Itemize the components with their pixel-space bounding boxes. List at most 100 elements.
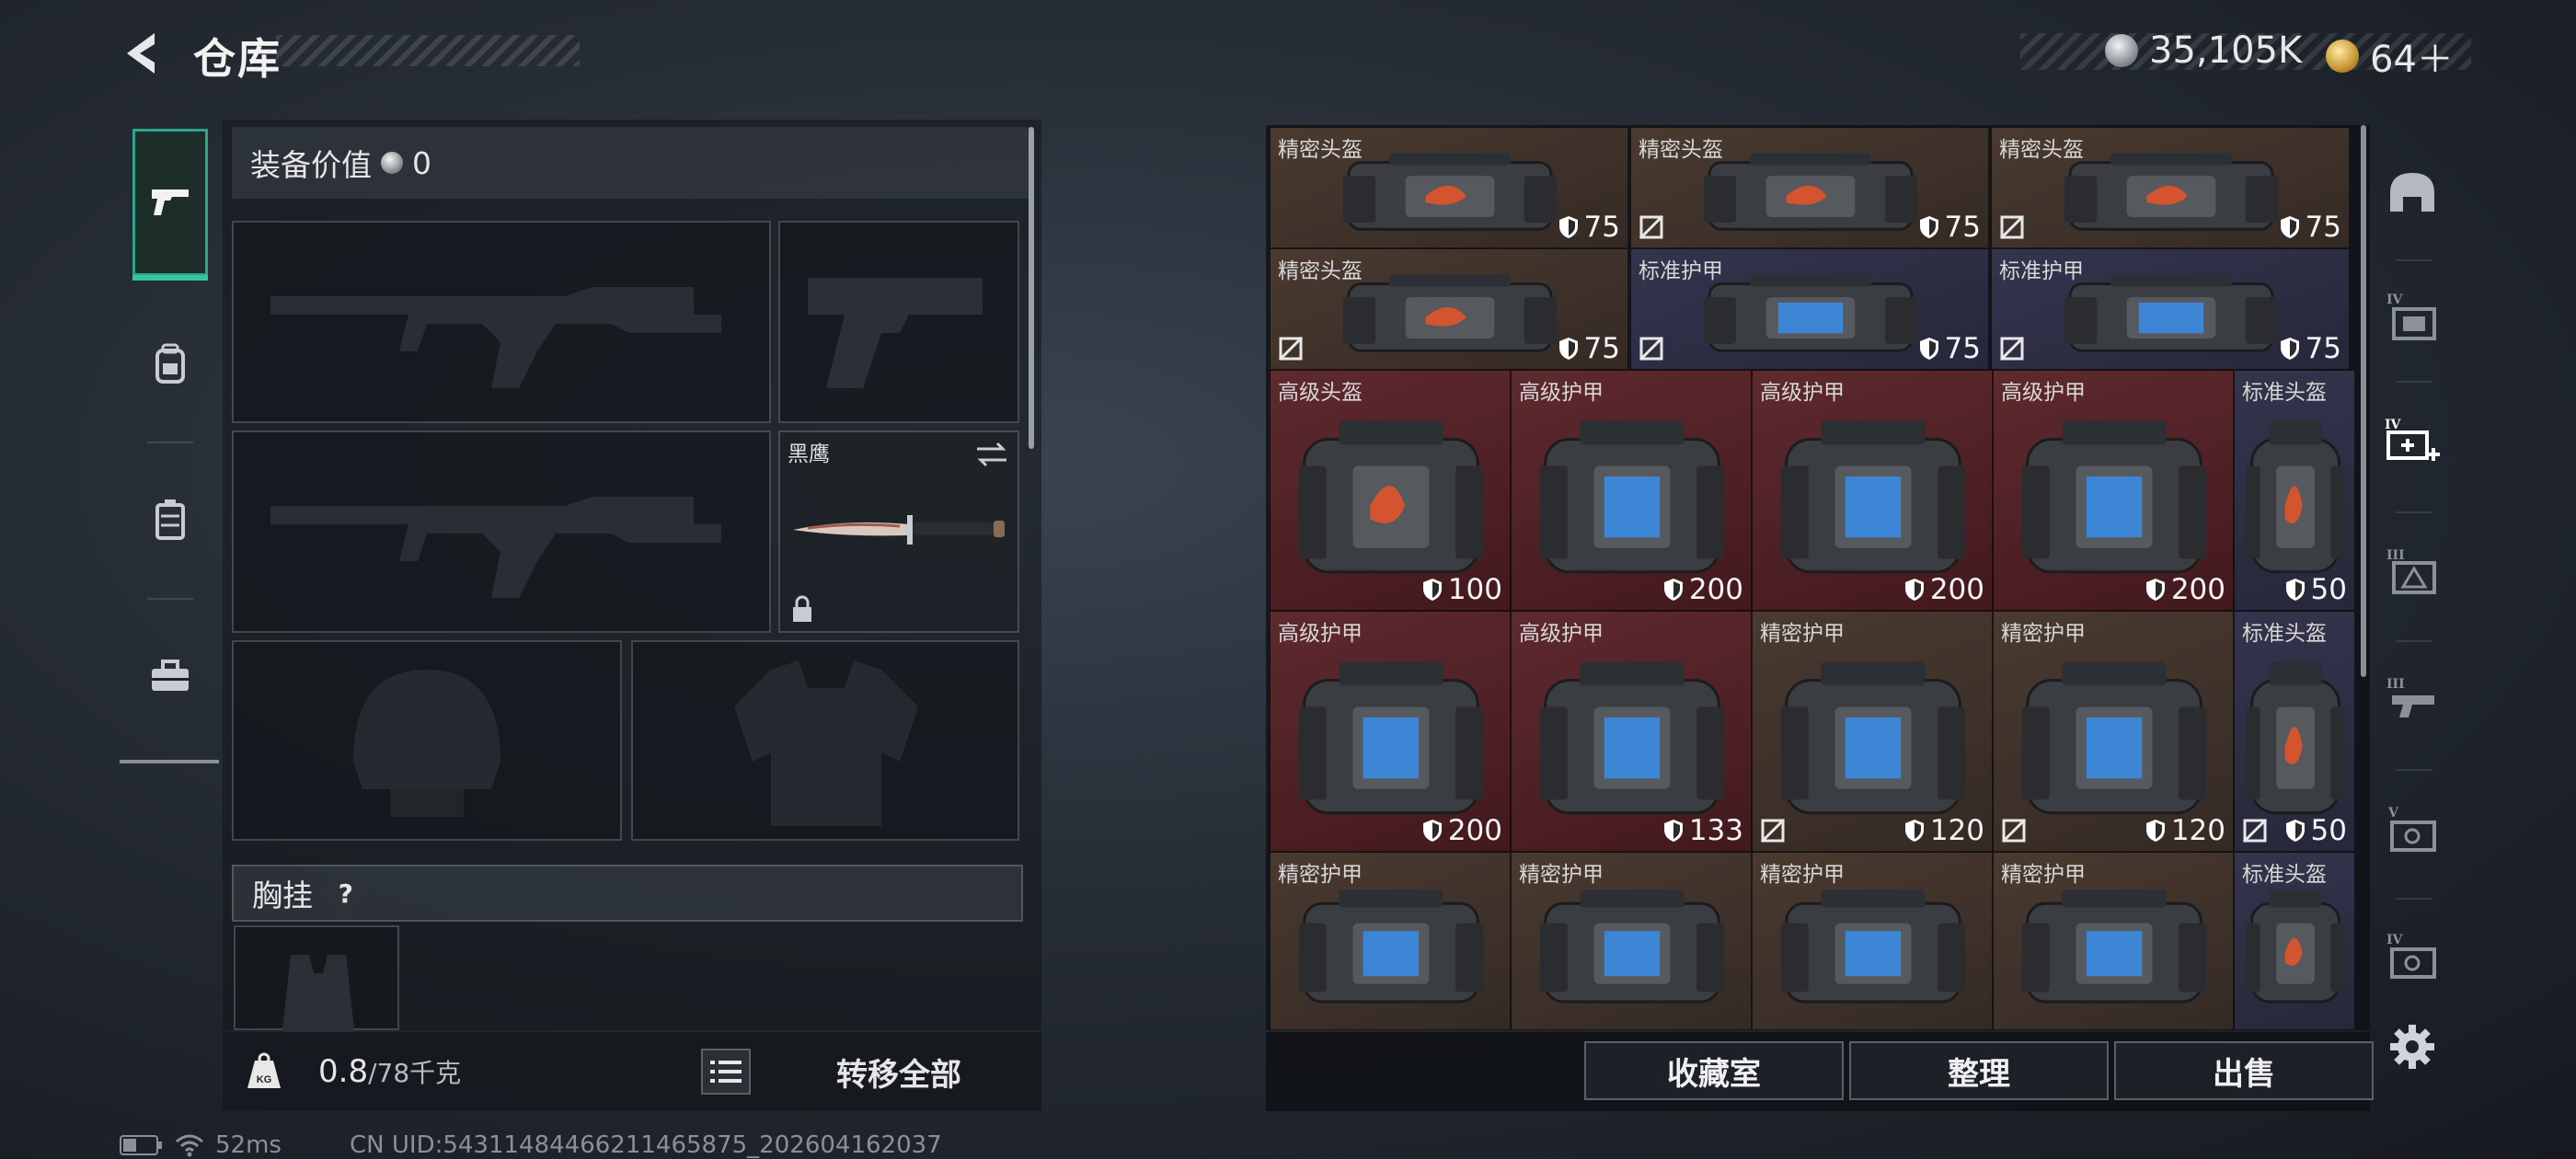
durability-value: 100 [1447, 573, 1502, 606]
item-durability: 75 [1558, 211, 1620, 244]
item-durability: 200 [1422, 814, 1502, 847]
svg-text:III: III [2386, 677, 2405, 692]
silver-amount: 35,105K [2149, 29, 2303, 72]
inventory-item[interactable]: 精密头盔 75 [1270, 127, 1628, 248]
inventory-item[interactable]: 标准头盔 [2234, 852, 2355, 1030]
list-view-button[interactable] [701, 1049, 751, 1095]
inventory-item[interactable]: 标准护甲 75 [1991, 248, 2350, 370]
item-name: 高级护甲 [2001, 381, 2086, 405]
category-tab-helmet[interactable] [2377, 138, 2447, 248]
item-durability: 75 [2280, 332, 2341, 365]
equipment-value-bar: 装备价值 0 [232, 127, 1032, 199]
swap-icon[interactable] [973, 440, 1010, 469]
inventory-item[interactable]: 精密护甲 [1993, 852, 2234, 1030]
equipment-value: 0 [412, 144, 431, 181]
inventory-item[interactable]: 标准护甲 75 [1630, 248, 1989, 370]
inventory-item[interactable]: 精密护甲 [1752, 852, 1993, 1030]
sell-button[interactable]: 出售 [2114, 1041, 2374, 1100]
iii-rig-icon: III [2386, 677, 2434, 717]
pistol-silhouette-icon [808, 278, 983, 388]
knife-icon [793, 515, 1005, 545]
organize-button[interactable]: 整理 [1849, 1041, 2109, 1100]
durability-value: 133 [1688, 814, 1743, 847]
category-tab-iv-add[interactable]: IV [2377, 386, 2447, 497]
gold-currency[interactable]: 64＋ [2326, 29, 2454, 83]
inventory-item[interactable]: 精密护甲 [1511, 852, 1752, 1030]
inventory-item[interactable]: 精密头盔 75 [1270, 248, 1628, 370]
inventory-item[interactable]: 高级头盔 100 [1270, 370, 1511, 611]
helmet-icon [2390, 173, 2434, 212]
category-tab-iii-armor[interactable]: III [2377, 517, 2447, 627]
tab-weapons[interactable] [132, 129, 208, 281]
armor-shield-icon [1663, 579, 1683, 601]
item-name: 精密护甲 [2001, 622, 2086, 646]
item-durability: 200 [2145, 573, 2225, 606]
help-icon[interactable]: ? [319, 866, 373, 920]
inventory-item[interactable]: 精密头盔 75 [1630, 127, 1989, 248]
inventory-item[interactable]: 高级护甲 200 [1270, 611, 1511, 852]
svg-text:IV: IV [2386, 933, 2404, 947]
v-case-icon: V [2387, 806, 2436, 852]
not-repairable-icon [1639, 214, 1664, 240]
category-tab-iv-case[interactable]: IV [2377, 901, 2447, 1012]
inventory-item[interactable]: 高级护甲 200 [1511, 370, 1752, 611]
transfer-all-button[interactable]: 转移全部 [775, 1032, 1023, 1111]
equipment-value-label: 装备价值 [250, 147, 372, 183]
durability-value: 50 [2310, 814, 2347, 847]
equipment-scrollbar[interactable] [1029, 127, 1034, 449]
inventory-item[interactable]: 标准头盔 50 [2234, 370, 2355, 611]
item-durability: 200 [1663, 573, 1743, 606]
pistol-slot[interactable] [778, 221, 1019, 423]
inventory-item[interactable]: 标准头盔 50 [2234, 611, 2355, 852]
primary-weapon-slot[interactable] [232, 221, 771, 423]
inventory-scrollbar[interactable] [2361, 125, 2366, 677]
item-durability: 50 [2285, 814, 2347, 847]
item-name: 精密头盔 [1999, 138, 2084, 162]
item-name: 精密头盔 [1278, 259, 1363, 283]
chest-rig-bar: 胸挂 ? [232, 865, 1023, 922]
gold-amount: 64＋ [2370, 39, 2454, 81]
not-repairable-icon [1639, 336, 1664, 361]
category-tab-iv-armor[interactable]: IV [2377, 261, 2447, 372]
not-repairable-icon [1278, 336, 1304, 361]
toolbox-icon [152, 660, 189, 691]
item-durability: 133 [1663, 814, 1743, 847]
back-arrow-icon[interactable] [118, 28, 169, 79]
armor-slot[interactable] [631, 640, 1019, 841]
not-repairable-icon [2242, 818, 2268, 843]
chest-rig-slot[interactable] [234, 925, 399, 1038]
durability-value: 200 [1688, 573, 1743, 606]
tab-chest-rig[interactable] [132, 446, 208, 593]
armor-shield-icon [1904, 579, 1924, 601]
settings-gear-icon[interactable] [2386, 1021, 2438, 1073]
armor-shield-icon [2285, 579, 2305, 601]
item-name: 精密护甲 [1519, 863, 1604, 887]
category-tab-v-case[interactable]: V [2377, 775, 2447, 885]
inventory-item[interactable]: 精密头盔 75 [1991, 127, 2350, 248]
inventory-item[interactable]: 精密护甲 [1270, 852, 1511, 1030]
inventory-item[interactable]: 高级护甲 133 [1511, 611, 1752, 852]
capacity-bar: KG 0.8/78千克 转移全部 [223, 1032, 1041, 1111]
pistol-icon [152, 189, 189, 215]
category-tab-iii-rig[interactable]: III [2377, 646, 2447, 756]
secondary-weapon-slot[interactable] [232, 430, 771, 633]
tab-toolbox[interactable] [132, 602, 208, 750]
weight-button[interactable]: KG [223, 1032, 305, 1111]
inventory-item[interactable]: 高级护甲 200 [1993, 370, 2234, 611]
inventory-item[interactable]: 精密护甲 120 [1993, 611, 2234, 852]
melee-slot[interactable]: 黑鹰 [778, 430, 1019, 633]
helmet-slot[interactable] [232, 640, 622, 841]
inventory-item[interactable]: 精密护甲 120 [1752, 611, 1993, 852]
rifle-silhouette-icon [270, 497, 721, 598]
weight-current: 0.8 [318, 1053, 369, 1090]
rig-silhouette-icon [282, 955, 355, 1038]
item-name: 精密头盔 [1639, 138, 1723, 162]
weight-max: /78千克 [368, 1058, 462, 1088]
svg-text:IV: IV [2386, 293, 2404, 307]
tab-backpack[interactable] [132, 290, 208, 437]
weight-readout: 0.8/78千克 [318, 1053, 461, 1090]
inventory-item[interactable]: 高级护甲 200 [1752, 370, 1993, 611]
item-name: 高级护甲 [1519, 381, 1604, 405]
item-durability: 75 [1919, 332, 1981, 365]
collection-room-button[interactable]: 收藏室 [1584, 1041, 1844, 1100]
